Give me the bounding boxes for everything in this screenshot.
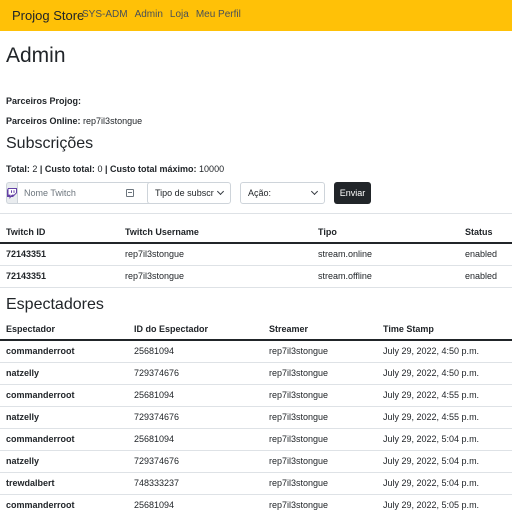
spectator-cell: natzelly — [0, 406, 128, 429]
column-header: Time Stamp — [377, 318, 512, 341]
contact-card-icon — [126, 189, 134, 197]
timestamp-cell: July 29, 2022, 5:04 p.m. — [377, 450, 512, 473]
spectator-cell: natzelly — [0, 450, 128, 473]
spectators-heading: Espectadores — [6, 296, 104, 313]
table-row: commanderroot 25681094 rep7il3stongue Ju… — [0, 384, 512, 407]
action-value: Ação: — [248, 188, 272, 198]
partners-projog-line: Parceiros Projog: — [6, 96, 81, 106]
partners-projog-label: Parceiros Projog: — [6, 96, 82, 106]
table-row: natzelly 729374676 rep7il3stongue July 2… — [0, 362, 512, 385]
nav-link-sys-adm[interactable]: SYS-ADM — [82, 9, 128, 20]
chevron-down-icon — [216, 187, 225, 196]
streamer-cell: rep7il3stongue — [263, 428, 377, 451]
spectator-cell: commanderroot — [0, 494, 128, 512]
max-cost-label: Custo total máximo: — [110, 164, 197, 174]
table-row: trewdalbert 748333237 rep7il3stongue Jul… — [0, 472, 512, 495]
column-header: Tipo — [312, 221, 459, 244]
page-title: Admin — [6, 44, 66, 67]
section-divider — [0, 213, 512, 214]
streamer-cell: rep7il3stongue — [263, 450, 377, 473]
max-cost-value: 10000 — [199, 164, 225, 174]
chevron-down-icon — [310, 187, 319, 196]
spectator-id-cell: 25681094 — [128, 384, 263, 407]
action-select[interactable]: Ação: — [240, 182, 325, 204]
twitch-username-cell: rep7il3stongue — [119, 265, 312, 288]
column-header: ID do Espectador — [128, 318, 263, 341]
spectator-cell: commanderroot — [0, 340, 128, 363]
partners-online-line: Parceiros Online: rep7il3stongue — [6, 116, 142, 126]
type-cell: stream.online — [312, 243, 459, 266]
streamer-cell: rep7il3stongue — [263, 406, 377, 429]
streamer-cell: rep7il3stongue — [263, 384, 377, 407]
subscriptions-heading: Subscrições — [6, 135, 94, 152]
type-cell: stream.offline — [312, 265, 459, 288]
table-header-row: Espectador ID do Espectador Streamer Tim… — [0, 318, 512, 341]
cost-label: Custo total: — [44, 164, 95, 174]
status-cell: enabled — [459, 265, 512, 288]
column-header: Twitch ID — [0, 221, 119, 244]
spectator-id-cell: 729374676 — [128, 362, 263, 385]
spectator-cell: commanderroot — [0, 384, 128, 407]
streamer-cell: rep7il3stongue — [263, 362, 377, 385]
timestamp-cell: July 29, 2022, 4:50 p.m. — [377, 340, 512, 363]
nav-link-admin[interactable]: Admin — [135, 9, 163, 20]
submit-button[interactable]: Enviar — [334, 182, 371, 204]
twitch-username-cell: rep7il3stongue — [119, 243, 312, 266]
column-header: Status — [459, 221, 512, 244]
table-row: natzelly 729374676 rep7il3stongue July 2… — [0, 450, 512, 473]
spectator-id-cell: 25681094 — [128, 428, 263, 451]
twitch-name-group — [6, 182, 160, 204]
subscription-type-select[interactable]: Tipo de subscr — [147, 182, 231, 204]
spectator-id-cell: 729374676 — [128, 406, 263, 429]
total-value: 2 — [32, 164, 38, 174]
navbar-brand[interactable]: Projog Store — [12, 8, 84, 23]
table-row: commanderroot 25681094 rep7il3stongue Ju… — [0, 428, 512, 451]
subscription-type-value: Tipo de subscr — [155, 188, 214, 198]
spectator-id-cell: 25681094 — [128, 494, 263, 512]
summary-separator: | — [104, 164, 108, 174]
timestamp-cell: July 29, 2022, 5:04 p.m. — [377, 472, 512, 495]
timestamp-cell: July 29, 2022, 4:55 p.m. — [377, 384, 512, 407]
streamer-cell: rep7il3stongue — [263, 472, 377, 495]
column-header: Espectador — [0, 318, 128, 341]
twitch-name-input[interactable] — [17, 182, 160, 204]
spectator-id-cell: 25681094 — [128, 340, 263, 363]
column-header: Twitch Username — [119, 221, 312, 244]
spectator-cell: trewdalbert — [0, 472, 128, 495]
timestamp-cell: July 29, 2022, 4:50 p.m. — [377, 362, 512, 385]
top-navbar: Projog Store SYS-ADM Admin Loja Meu Perf… — [0, 0, 512, 31]
streamer-cell: rep7il3stongue — [263, 340, 377, 363]
table-row: 72143351 rep7il3stongue stream.online en… — [0, 243, 512, 266]
twitch-id-cell: 72143351 — [0, 265, 119, 288]
spectator-cell: natzelly — [0, 362, 128, 385]
spectators-table: Espectador ID do Espectador Streamer Tim… — [0, 318, 512, 512]
spectator-id-cell: 748333237 — [128, 472, 263, 495]
twitch-icon — [6, 182, 17, 204]
timestamp-cell: July 29, 2022, 4:55 p.m. — [377, 406, 512, 429]
table-row: natzelly 729374676 rep7il3stongue July 2… — [0, 406, 512, 429]
partners-online-value: rep7il3stongue — [83, 116, 143, 126]
partners-online-label: Parceiros Online: — [6, 116, 81, 126]
summary-separator: | — [39, 164, 43, 174]
nav-link-loja[interactable]: Loja — [170, 9, 189, 20]
table-row: 72143351 rep7il3stongue stream.offline e… — [0, 265, 512, 288]
spectator-id-cell: 729374676 — [128, 450, 263, 473]
table-row: commanderroot 25681094 rep7il3stongue Ju… — [0, 494, 512, 512]
subscription-form: Tipo de subscr Ação: Enviar — [6, 182, 512, 204]
nav-link-meu-perfil[interactable]: Meu Perfil — [196, 9, 241, 20]
column-header: Streamer — [263, 318, 377, 341]
navbar-links: SYS-ADM Admin Loja Meu Perfil — [82, 9, 248, 20]
cost-value: 0 — [97, 164, 103, 174]
status-cell: enabled — [459, 243, 512, 266]
spectator-cell: commanderroot — [0, 428, 128, 451]
streamer-cell: rep7il3stongue — [263, 494, 377, 512]
table-row: commanderroot 25681094 rep7il3stongue Ju… — [0, 340, 512, 363]
table-header-row: Twitch ID Twitch Username Tipo Status — [0, 221, 512, 244]
total-label: Total: — [6, 164, 30, 174]
subscriptions-summary: Total: 2 | Custo total: 0 | Custo total … — [6, 164, 224, 174]
timestamp-cell: July 29, 2022, 5:04 p.m. — [377, 428, 512, 451]
twitch-id-cell: 72143351 — [0, 243, 119, 266]
subscriptions-table: Twitch ID Twitch Username Tipo Status 72… — [0, 221, 512, 288]
timestamp-cell: July 29, 2022, 5:05 p.m. — [377, 494, 512, 512]
